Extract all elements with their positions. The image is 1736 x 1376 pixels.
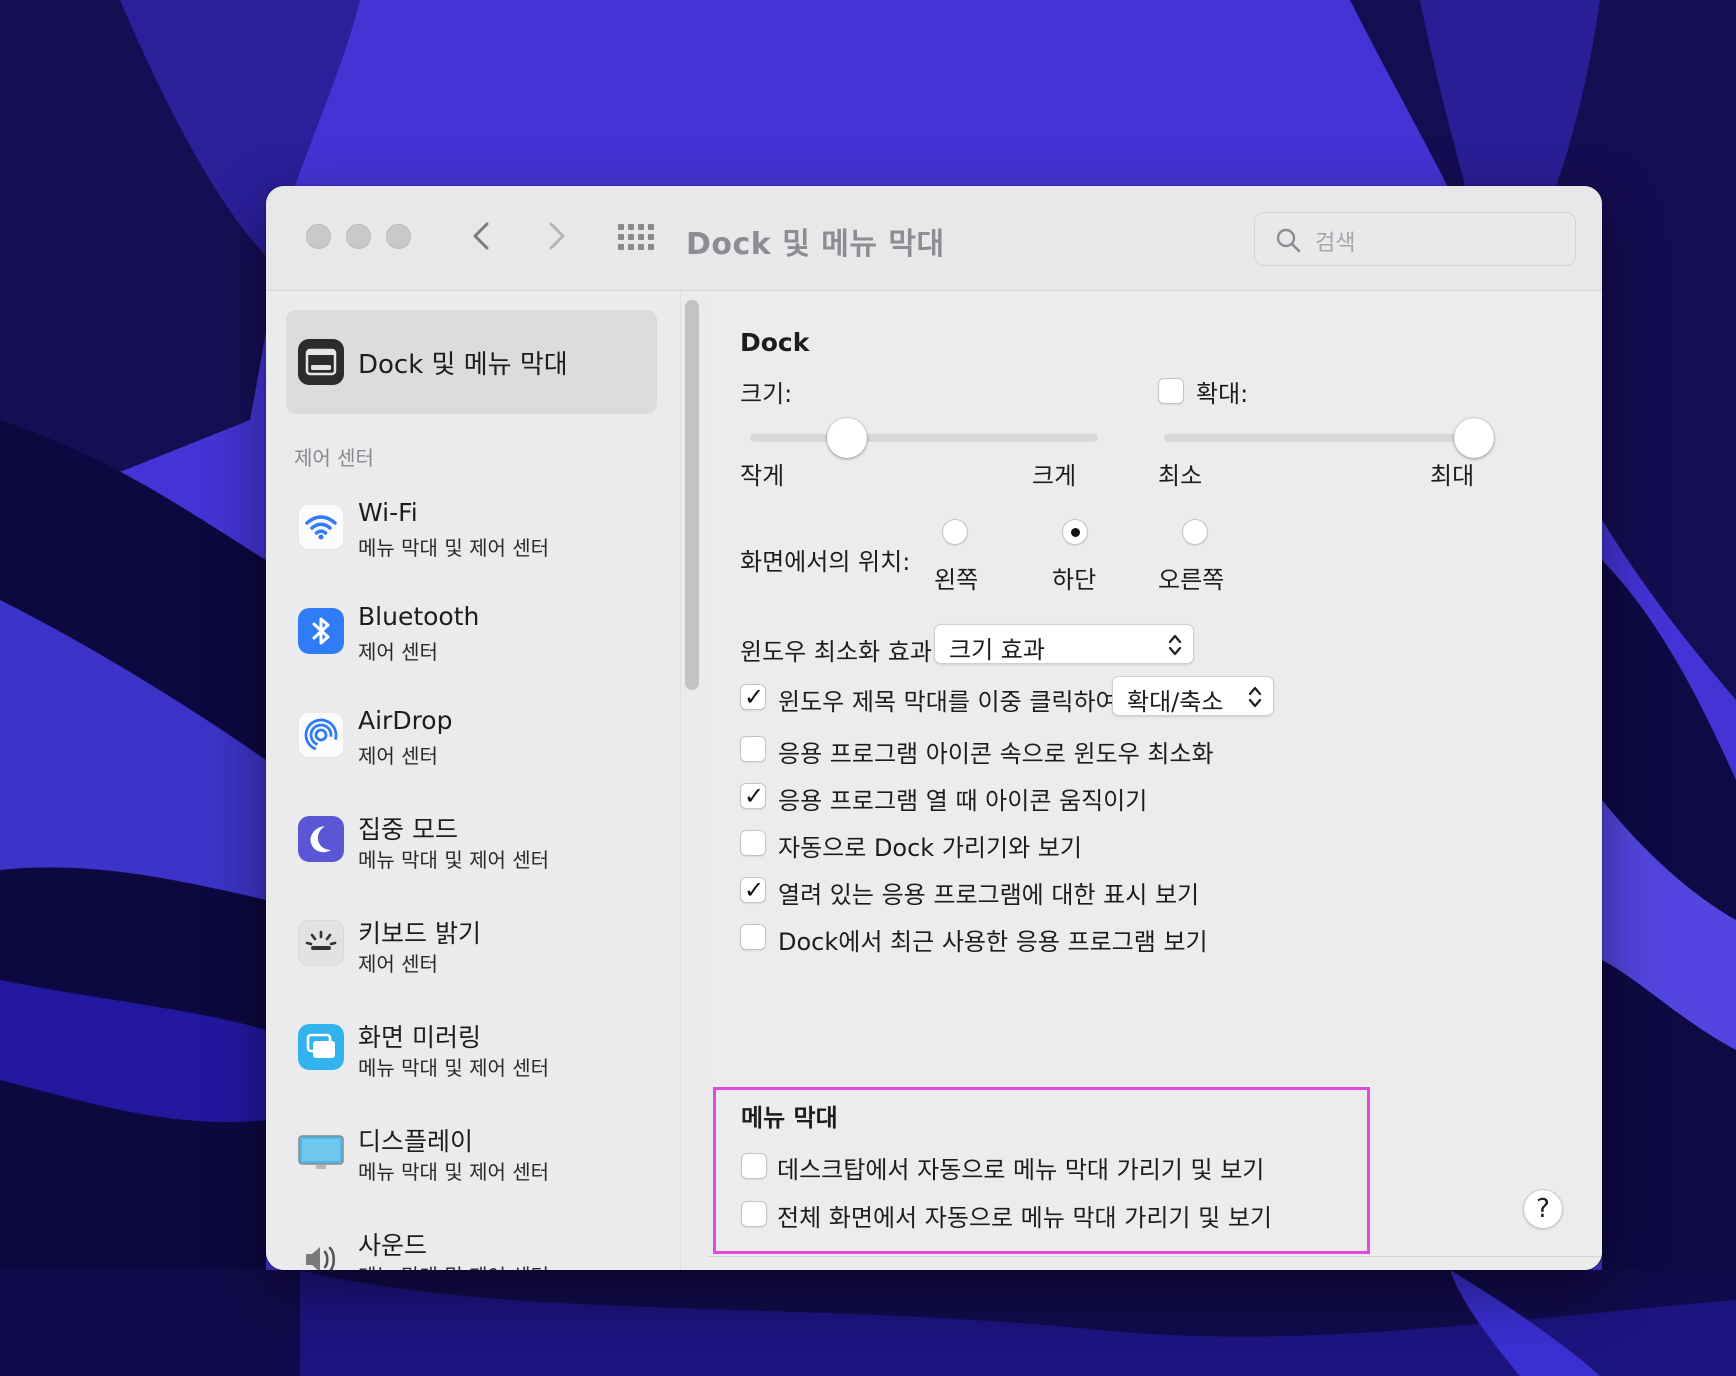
help-button[interactable]: ? — [1523, 1189, 1563, 1229]
chevron-right-icon — [549, 222, 565, 250]
size-slider-knob[interactable] — [827, 418, 868, 458]
sidebar-section-control-center: 제어 센터 — [294, 446, 374, 470]
minimize-window-button[interactable] — [346, 224, 371, 249]
sidebar-item-sublabel: 메뉴 막대 및 제어 센터 — [358, 848, 550, 872]
dock-option-checkbox[interactable] — [740, 924, 766, 950]
moon-icon — [298, 816, 344, 862]
sidebar-item-wifi[interactable]: Wi-Fi 메뉴 막대 및 제어 센터 — [298, 494, 678, 564]
sidebar-item-focus[interactable]: 집중 모드 메뉴 막대 및 제어 센터 — [298, 806, 678, 876]
sidebar-item-sublabel: 메뉴 막대 및 제어 센터 — [358, 1160, 550, 1184]
magnify-slider-track[interactable] — [1164, 434, 1474, 442]
size-min-label: 작게 — [740, 462, 785, 490]
titlebar: Dock 및 메뉴 막대 검색 — [266, 186, 1602, 291]
forward-button[interactable] — [536, 216, 576, 256]
show-all-grid-icon[interactable] — [618, 224, 656, 250]
dock-option-label: 응용 프로그램 열 때 아이콘 움직이기 — [778, 787, 1148, 815]
dock-option-checkbox[interactable]: ✓ — [740, 782, 766, 810]
search-placeholder: 검색 — [1315, 231, 1356, 256]
zoom-window-button[interactable] — [386, 224, 411, 249]
dock-menubar-icon — [298, 339, 344, 385]
magnify-min-label: 최소 — [1158, 462, 1203, 490]
doubleclick-checkbox[interactable]: ✓ — [740, 683, 766, 711]
back-button[interactable] — [462, 216, 502, 256]
sidebar-item-airdrop[interactable]: AirDrop 제어 센터 — [298, 702, 678, 772]
display-icon — [298, 1135, 344, 1169]
dock-option-label: 자동으로 Dock 가리기와 보기 — [778, 834, 1082, 862]
position-bottom-label: 하단 — [1052, 566, 1097, 594]
magnify-label: 확대: — [1196, 380, 1249, 408]
sidebar-item-sublabel: 메뉴 막대 및 제어 센터 — [358, 1056, 550, 1080]
position-left-radio[interactable] — [942, 519, 968, 545]
sidebar-item-dock-menubar[interactable]: Dock 및 메뉴 막대 — [286, 310, 657, 414]
search-icon — [1276, 228, 1301, 253]
sidebar-item-sublabel: 제어 센터 — [358, 640, 438, 664]
sidebar-item-label: AirDrop — [358, 706, 453, 735]
magnify-checkbox[interactable] — [1158, 378, 1184, 404]
chevron-updown-icon — [1168, 634, 1182, 656]
sidebar-item-label: 집중 모드 — [358, 815, 458, 844]
position-right-radio[interactable] — [1182, 519, 1208, 545]
size-max-label: 크게 — [1032, 462, 1077, 490]
sidebar-item-sublabel: 제어 센터 — [358, 744, 438, 768]
doubleclick-action-select[interactable]: 확대/축소 — [1112, 676, 1274, 716]
sidebar-scrollbar-thumb[interactable] — [685, 300, 699, 690]
position-left-label: 왼쪽 — [934, 566, 979, 594]
dock-option-label: Dock에서 최근 사용한 응용 프로그램 보기 — [778, 928, 1208, 956]
size-slider-track[interactable] — [750, 434, 1098, 442]
checkmark-icon: ✓ — [744, 782, 765, 810]
magnify-slider-knob[interactable] — [1454, 418, 1494, 458]
close-window-button[interactable] — [306, 224, 331, 249]
sidebar-item-label: Dock 및 메뉴 막대 — [358, 350, 568, 380]
minimize-effect-select[interactable]: 크기 효과 — [934, 624, 1194, 664]
dock-option-checkbox[interactable] — [740, 830, 766, 856]
sidebar-item-label: 사운드 — [358, 1231, 428, 1260]
sidebar-item-sublabel: 제어 센터 — [358, 952, 438, 976]
sidebar-item-label: 화면 미러링 — [358, 1023, 481, 1052]
sidebar-item-label: 키보드 밝기 — [358, 919, 481, 948]
doubleclick-action-value: 확대/축소 — [1127, 688, 1224, 716]
wifi-icon — [298, 504, 344, 550]
chevron-updown-icon — [1248, 686, 1262, 708]
window-title: Dock 및 메뉴 막대 — [686, 227, 945, 262]
checkmark-icon: ✓ — [744, 876, 765, 904]
menu-section-spacer — [708, 1258, 1602, 1270]
sidebar-item-sublabel: 메뉴 막대 및 제어 센터 — [358, 1260, 549, 1270]
sidebar-item-bluetooth[interactable]: Bluetooth 제어 센터 — [298, 598, 678, 668]
dock-option-label: 응용 프로그램 아이콘 속으로 윈도우 최소화 — [778, 740, 1214, 768]
size-label: 크기: — [740, 380, 793, 408]
menubar-section-highlight — [713, 1087, 1370, 1254]
sidebar-item-display[interactable]: 디스플레이 메뉴 막대 및 제어 센터 — [298, 1118, 678, 1188]
magnify-max-label: 최대 — [1430, 462, 1475, 490]
sidebar-item-label: 디스플레이 — [358, 1127, 474, 1156]
sidebar-item-sublabel: 메뉴 막대 및 제어 센터 — [358, 536, 550, 560]
sidebar-item-keyboard-brightness[interactable]: 키보드 밝기 제어 센터 — [298, 910, 678, 980]
sidebar-item-screen-mirroring[interactable]: 화면 미러링 메뉴 막대 및 제어 센터 — [298, 1014, 678, 1084]
bluetooth-icon — [298, 608, 344, 654]
dock-heading: Dock — [740, 328, 810, 357]
sidebar-item-sound[interactable]: 사운드 메뉴 막대 및 제어 센터 — [298, 1222, 678, 1270]
keyboard-brightness-icon — [298, 920, 344, 966]
dock-option-checkbox[interactable]: ✓ — [740, 876, 766, 904]
position-right-label: 오른쪽 — [1158, 566, 1225, 594]
airdrop-icon — [298, 712, 344, 758]
sound-icon — [306, 1246, 336, 1270]
screen-mirroring-icon — [298, 1024, 344, 1070]
sidebar: Dock 및 메뉴 막대 제어 센터 Wi-Fi 메뉴 막대 및 제어 센터 B… — [266, 292, 706, 1270]
search-field[interactable]: 검색 — [1254, 212, 1576, 266]
dock-option-checkbox[interactable] — [740, 736, 766, 762]
minimize-effect-label: 윈도우 최소화 효과: — [740, 638, 940, 666]
doubleclick-label: 윈도우 제목 막대를 이중 클릭하여 — [778, 688, 1118, 716]
sidebar-item-label: Bluetooth — [358, 602, 480, 631]
dock-option-label: 열려 있는 응용 프로그램에 대한 표시 보기 — [778, 881, 1200, 909]
chevron-left-icon — [473, 222, 489, 250]
minimize-effect-value: 크기 효과 — [949, 636, 1045, 664]
position-bottom-radio[interactable] — [1062, 519, 1088, 545]
sidebar-item-label: Wi-Fi — [358, 498, 418, 527]
position-label: 화면에서의 위치: — [740, 548, 911, 576]
